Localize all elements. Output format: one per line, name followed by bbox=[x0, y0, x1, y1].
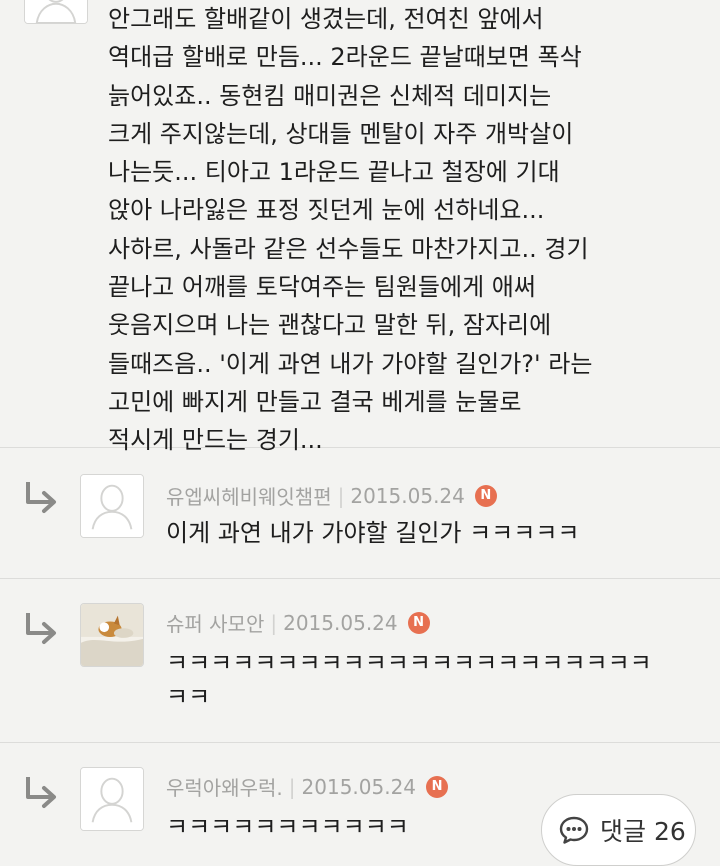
reply-item: 슈퍼 사모안 | 2015.05.24 N ㅋㅋㅋㅋㅋㅋㅋㅋㅋㅋㅋㅋㅋㅋㅋㅋㅋㅋ… bbox=[0, 579, 720, 743]
meta-separator: | bbox=[337, 483, 345, 508]
reply-meta: 유엡씨헤비웨잇챔편 | 2015.05.24 N bbox=[166, 481, 497, 510]
comment-count-button[interactable]: 댓글 26 bbox=[541, 794, 696, 866]
comment-line: 늙어있죠.. 동현킴 매미권은 신체적 데미지는 bbox=[108, 81, 552, 110]
meta-separator: | bbox=[288, 774, 296, 799]
meta-separator: | bbox=[270, 610, 278, 635]
default-avatar-icon[interactable] bbox=[80, 474, 144, 538]
reply-date: 2015.05.24 bbox=[283, 610, 398, 635]
main-comment-text: 안그래도 할배같이 생겼는데, 전여친 앞에서 역대급 할배로 만듬... 2라… bbox=[108, 0, 708, 460]
reply-item: 유엡씨헤비웨잇챔편 | 2015.05.24 N 이게 과연 내가 가야할 길인… bbox=[0, 448, 720, 579]
main-comment: 안그래도 할배같이 생겼는데, 전여친 앞에서 역대급 할배로 만듬... 2라… bbox=[0, 0, 720, 454]
reply-text: 이게 과연 내가 가야할 길인가 ㅋㅋㅋㅋㅋ bbox=[166, 516, 706, 550]
comment-line: 나는듯... 티아고 1라운드 끝나고 철장에 기대 bbox=[108, 158, 560, 187]
default-avatar-icon[interactable] bbox=[24, 0, 88, 24]
reply-author[interactable]: 슈퍼 사모안 bbox=[166, 608, 264, 637]
reply-line: ㅋㅋ bbox=[166, 683, 211, 711]
reply-arrow-icon bbox=[22, 609, 60, 647]
reply-arrow-icon bbox=[22, 478, 60, 516]
reply-arrow-icon bbox=[22, 773, 60, 811]
comment-line: 사하르, 사돌라 같은 선수들도 마찬가지고.. 경기 bbox=[108, 234, 589, 263]
comment-line: 고민에 빠지게 만들고 결국 베게를 눈물로 bbox=[108, 387, 522, 416]
comment-line: 끝나고 어깨를 토닥여주는 팀원들에게 애써 bbox=[108, 273, 536, 302]
new-badge: N bbox=[407, 611, 430, 634]
comment-line: 웃음지으며 나는 괜찮다고 말한 뒤, 잠자리에 bbox=[108, 311, 552, 340]
reply-date: 2015.05.24 bbox=[301, 774, 417, 799]
reply-meta: 슈퍼 사모안 | 2015.05.24 N bbox=[166, 608, 430, 637]
new-badge: N bbox=[474, 484, 497, 507]
comment-line: 크게 주지않는데, 상대들 멘탈이 자주 개박살이 bbox=[108, 119, 574, 148]
comment-line: 역대급 할배로 만듬... 2라운드 끝날때보면 폭삭 bbox=[108, 43, 582, 72]
reply-line: ㅋㅋㅋㅋㅋㅋㅋㅋㅋㅋㅋㅋㅋㅋㅋㅋㅋㅋㅋㅋㅋㅋ bbox=[166, 649, 652, 677]
reply-author[interactable]: 유엡씨헤비웨잇챔편 bbox=[166, 481, 332, 510]
comment-count-label: 댓글 26 bbox=[600, 817, 686, 846]
default-avatar-icon[interactable] bbox=[80, 767, 144, 831]
comment-line: 안그래도 할배같이 생겼는데, 전여친 앞에서 bbox=[108, 5, 544, 33]
comment-line: 들때즈음.. '이게 과연 내가 가야할 길인가?' 라는 bbox=[108, 349, 593, 378]
reply-text: ㅋㅋㅋㅋㅋㅋㅋㅋㅋㅋㅋㅋㅋㅋㅋㅋㅋㅋㅋㅋㅋㅋ ㅋㅋ bbox=[166, 646, 706, 714]
reply-author[interactable]: 우럭아왜우럭. bbox=[166, 772, 283, 801]
comment-line: 앉아 나라잃은 표정 짓던게 눈에 선하네요... bbox=[108, 196, 545, 225]
reply-line: 이게 과연 내가 가야할 길인가 ㅋㅋㅋㅋㅋ bbox=[166, 519, 580, 547]
cat-photo-avatar-icon[interactable] bbox=[80, 603, 144, 667]
speech-bubble-icon bbox=[558, 814, 590, 846]
reply-date: 2015.05.24 bbox=[350, 483, 465, 508]
reply-meta: 우럭아왜우럭. | 2015.05.24 N bbox=[166, 772, 449, 801]
new-badge: N bbox=[426, 775, 449, 798]
